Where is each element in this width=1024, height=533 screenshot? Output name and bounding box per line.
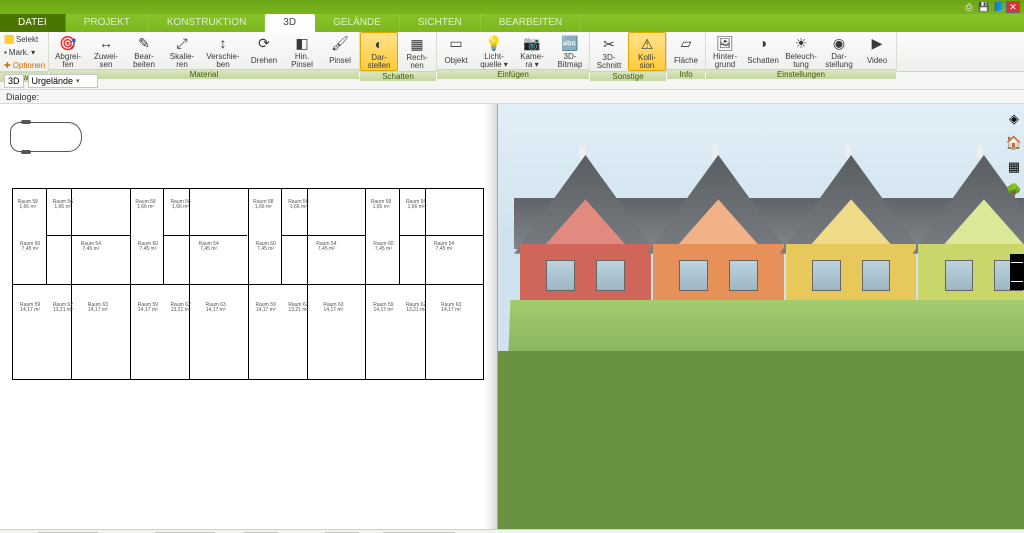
ribbon-icon: ◉ bbox=[830, 34, 848, 52]
menu-tab-bearbeiten[interactable]: BEARBEITEN bbox=[481, 14, 581, 32]
ribbon-icon: ↔ bbox=[97, 34, 115, 52]
ribbon-dbitmap-button[interactable]: 🔤3D-Bitmap bbox=[551, 32, 589, 69]
ribbon-schatten-button[interactable]: ◑Schatten bbox=[744, 32, 782, 69]
menu-tab-projekt[interactable]: PROJEKT bbox=[66, 14, 149, 32]
render-tool-3[interactable]: 🌳 bbox=[1005, 182, 1023, 200]
ribbon-flche-button[interactable]: ▱Fläche bbox=[667, 32, 705, 69]
ribbon-icon: 💡 bbox=[485, 34, 503, 52]
ribbon-icon: ⤢ bbox=[173, 34, 191, 52]
status-controls: Layer : 01_ug.eg.og Geschoss : Erdgescho… bbox=[0, 529, 1024, 533]
render-tool-0[interactable]: ◈ bbox=[1005, 110, 1023, 128]
plan-unit: Raum 581,66 m² Raum 561,66 m² Raum 547,4… bbox=[13, 189, 131, 379]
render-pane[interactable]: ◈ 🏠 ▦ 🌳 bbox=[498, 104, 1024, 529]
ribbon-icon: ⚠ bbox=[638, 35, 656, 53]
ribbon-icon: ▱ bbox=[677, 34, 695, 52]
menu-tab-gelände[interactable]: GELÄNDE bbox=[315, 14, 400, 32]
ribbon-icon: ✂ bbox=[600, 35, 618, 53]
ribbon-icon: ☀ bbox=[792, 34, 810, 52]
ribbon-hintergrund-button[interactable]: 🖼Hinter-grund bbox=[706, 32, 744, 69]
ribbon-hinpinsel-button[interactable]: ◧Hin.Pinsel bbox=[283, 32, 321, 69]
ribbon-skalieren-button[interactable]: ⤢Skalie-ren bbox=[163, 32, 201, 69]
ribbon-kamera-button[interactable]: 📷Kame-ra ▾ bbox=[513, 32, 551, 69]
ribbon-icon: 🖌 bbox=[331, 34, 349, 52]
ribbon-icon: 📷 bbox=[523, 34, 541, 52]
titlebar: ⎙ 💾 📘 ? — ▢ ✕ bbox=[0, 0, 1024, 14]
render-tool-1[interactable]: 🏠 bbox=[1005, 134, 1023, 152]
save-icon[interactable]: 💾 bbox=[978, 1, 990, 13]
ribbon-icon: 🔤 bbox=[561, 34, 579, 52]
select-stack[interactable]: 🟨 Selekt▪ Mark. ▾✚ Optionen bbox=[0, 32, 48, 72]
plan-unit: Raum 581,66 m² Raum 561,66 m² Raum 547,4… bbox=[131, 189, 249, 379]
ground bbox=[498, 351, 1024, 530]
menu-tab-konstruktion[interactable]: KONSTRUKTION bbox=[149, 14, 265, 32]
plan-unit: Raum 581,66 m² Raum 561,66 m² Raum 547,4… bbox=[366, 189, 483, 379]
ribbon-icon: ◧ bbox=[293, 34, 311, 52]
ribbon-abgreifen-button[interactable]: 🎯Abgrei-fen bbox=[49, 32, 87, 69]
ribbon-bearbeiten-button[interactable]: ✎Bear-beiten bbox=[125, 32, 163, 69]
car-symbol bbox=[10, 122, 82, 152]
menu-tab-datei[interactable]: DATEI bbox=[0, 14, 66, 32]
book-icon[interactable]: 📘 bbox=[993, 1, 1005, 13]
ribbon-icon: ⟳ bbox=[255, 34, 273, 52]
ribbon-zuweisen-button[interactable]: ↔Zuwei-sen bbox=[87, 32, 125, 69]
ribbon-icon: ↕ bbox=[214, 34, 232, 52]
menu-tab-sichten[interactable]: SICHTEN bbox=[400, 14, 481, 32]
ribbon-icon: ▦ bbox=[408, 35, 426, 53]
ribbon-drehen-button[interactable]: ⟳Drehen bbox=[245, 32, 283, 69]
ribbon-video-button[interactable]: ▶Video bbox=[858, 32, 896, 69]
ribbon-icon: 🖼 bbox=[716, 34, 734, 52]
ribbon-kollision-button[interactable]: ⚠Kolli-sion bbox=[628, 32, 666, 71]
panel-handle[interactable] bbox=[1010, 254, 1024, 290]
render-toolbar: ◈ 🏠 ▦ 🌳 bbox=[1004, 110, 1024, 200]
plan-pane[interactable]: Raum 581,66 m² Raum 561,66 m² Raum 547,4… bbox=[0, 104, 498, 529]
ribbon-darstellen-button[interactable]: ◐Dar-stellen bbox=[360, 32, 398, 71]
dialogs-bar: Dialoge: bbox=[0, 90, 1024, 104]
ribbon-lichtquelle-button[interactable]: 💡Licht-quelle ▾ bbox=[475, 32, 513, 69]
ribbon-icon: 🎯 bbox=[59, 34, 77, 52]
ribbon-icon: ✎ bbox=[135, 34, 153, 52]
ribbon-rechnen-button[interactable]: ▦Rech-nen bbox=[398, 32, 436, 71]
workspace: Raum 581,66 m² Raum 561,66 m² Raum 547,4… bbox=[0, 104, 1024, 529]
menu-tabs: DATEIPROJEKTKONSTRUKTION3DGELÄNDESICHTEN… bbox=[0, 14, 1024, 32]
plan-unit: Raum 581,66 m² Raum 561,66 m² Raum 547,4… bbox=[249, 189, 367, 379]
menu-tab-3d[interactable]: 3D bbox=[265, 14, 315, 32]
close-icon[interactable]: ✕ bbox=[1006, 1, 1020, 13]
ribbon-icon: ▭ bbox=[447, 34, 465, 52]
view-mode-combo[interactable]: 3D bbox=[4, 74, 24, 88]
ribbon-icon: ▶ bbox=[868, 34, 886, 52]
ribbon-verschieben-button[interactable]: ↕Verschie-ben bbox=[201, 32, 245, 69]
ribbon-beleuchtung-button[interactable]: ☀Beleuch-tung bbox=[782, 32, 820, 69]
ribbon-icon: ◑ bbox=[754, 34, 772, 52]
ribbon-icon: ◐ bbox=[370, 35, 388, 53]
terrain-combo[interactable]: Urgelände▾ bbox=[28, 74, 98, 88]
ribbon-darstellung-button[interactable]: ◉Dar-stellung bbox=[820, 32, 858, 69]
ribbon-dschnitt-button[interactable]: ✂3D-Schnitt bbox=[590, 32, 628, 71]
render-tool-2[interactable]: ▦ bbox=[1005, 158, 1023, 176]
printer-icon[interactable]: ⎙ bbox=[963, 1, 975, 13]
ribbon-pinsel-button[interactable]: 🖌Pinsel bbox=[321, 32, 359, 69]
floorplan: Raum 581,66 m² Raum 561,66 m² Raum 547,4… bbox=[12, 188, 484, 380]
ribbon-objekt-button[interactable]: ▭Objekt bbox=[437, 32, 475, 69]
dialogs-label: Dialoge: bbox=[4, 92, 41, 102]
ribbon: 🟨 Selekt▪ Mark. ▾✚ OptionenAuswahl🎯Abgre… bbox=[0, 32, 1024, 72]
